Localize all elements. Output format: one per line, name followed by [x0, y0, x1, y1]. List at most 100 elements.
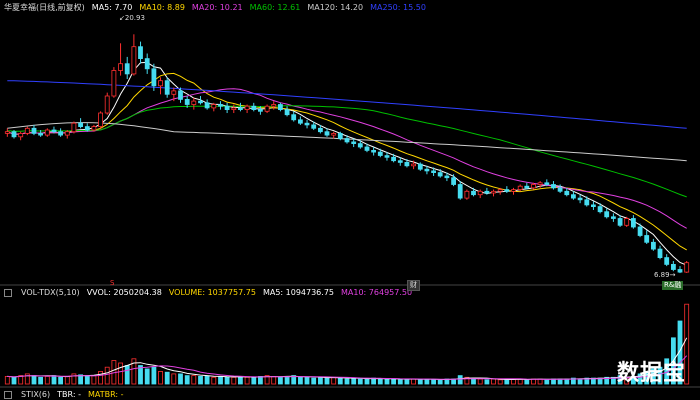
candle-body [597, 206, 603, 213]
candle-body [11, 131, 17, 138]
candle-body [297, 119, 303, 124]
high-price-value: 20.93 [124, 14, 145, 22]
volume-bar [277, 376, 283, 385]
volume-bar [477, 378, 483, 385]
volume-bar [118, 362, 123, 385]
candle-body [537, 182, 543, 185]
volume-bar [331, 376, 337, 385]
candle-body [531, 184, 536, 189]
volume-bar [357, 378, 363, 385]
candle-body [417, 163, 423, 170]
candle-body [91, 126, 97, 131]
volume-bar [411, 378, 417, 385]
volume-bar [564, 378, 570, 385]
volume-bar [351, 377, 357, 385]
candle-body [184, 99, 190, 105]
volume-bar [391, 378, 397, 385]
candle-body [317, 127, 323, 133]
candle-body [64, 131, 70, 136]
candle-body [604, 211, 610, 218]
candle-body [657, 248, 663, 259]
candle-body [457, 184, 463, 199]
candle-body [4, 131, 10, 134]
candle-body [557, 187, 563, 192]
volume-bar [198, 375, 203, 385]
candle-body [138, 46, 143, 60]
candle-body [198, 100, 203, 104]
candle-body [224, 105, 230, 110]
volume-bar [184, 375, 190, 385]
candle-body [491, 190, 496, 194]
candle-body [158, 80, 163, 87]
candle-body [164, 80, 170, 95]
volume-bar [431, 379, 437, 385]
candle-body [437, 172, 443, 177]
volume-bar [158, 370, 163, 385]
volume-bar [171, 373, 177, 385]
candle-body [571, 194, 576, 199]
volume-bar [84, 375, 90, 385]
low-price-value: 6.89 [654, 271, 670, 279]
candle-body [471, 190, 476, 196]
volume-bar [344, 378, 350, 385]
candle-body [617, 218, 623, 226]
volume-bar [38, 376, 43, 385]
candle-body [71, 122, 77, 133]
signal-marker[interactable]: S [108, 279, 116, 288]
volume-bar [337, 377, 343, 385]
volume-bar [484, 379, 490, 385]
candle-body [151, 68, 157, 87]
candle-body [511, 189, 516, 192]
volume-bar [218, 375, 223, 385]
candle-body [544, 182, 550, 185]
candle-body [484, 190, 490, 194]
candle-body [377, 151, 383, 156]
candle-body [237, 107, 243, 111]
candle-body [337, 132, 343, 139]
candle-body [51, 129, 57, 133]
volume-bar [58, 376, 63, 385]
candle-body [344, 138, 350, 143]
margin-trading-badge[interactable]: R&融 [662, 281, 684, 290]
candle-body [517, 185, 523, 190]
volume-bar [471, 378, 476, 385]
candle-body [651, 241, 656, 250]
volume-bar [191, 375, 197, 385]
candle-body [104, 95, 110, 114]
candle-body [564, 190, 570, 196]
volume-bar [204, 375, 210, 385]
candle-body [277, 104, 283, 110]
candle-body [331, 132, 337, 136]
volume-bar [284, 375, 290, 385]
candle-body [637, 226, 643, 236]
volume-bar [417, 379, 423, 385]
candle-body [611, 216, 616, 219]
candle-body [364, 146, 370, 151]
stock-chart-canvas[interactable] [0, 0, 700, 400]
financial-report-badge[interactable]: 财 [407, 280, 420, 291]
volume-bar [457, 375, 463, 385]
candle-body [371, 149, 377, 153]
high-price-marker: ↙20.93 [119, 14, 145, 22]
candle-body [524, 185, 530, 189]
candle-body [431, 170, 437, 173]
volume-bar [64, 375, 70, 385]
candle-body [171, 90, 177, 95]
volume-series[interactable] [4, 303, 690, 385]
volume-bar [297, 376, 303, 385]
candle-body [404, 161, 410, 167]
candle-body [244, 105, 250, 110]
volume-bar [577, 378, 583, 385]
volume-bar [11, 376, 17, 385]
volume-bar [324, 377, 330, 385]
volume-bar [544, 379, 550, 385]
volume-bar [164, 371, 170, 385]
candle-body [497, 189, 503, 192]
volume-bar [504, 379, 510, 385]
candle-body [397, 160, 403, 163]
candle-body [577, 197, 583, 201]
volume-bar [244, 376, 250, 385]
volume-bar [51, 375, 57, 385]
volume-bar [124, 365, 130, 385]
candle-body [191, 100, 197, 105]
